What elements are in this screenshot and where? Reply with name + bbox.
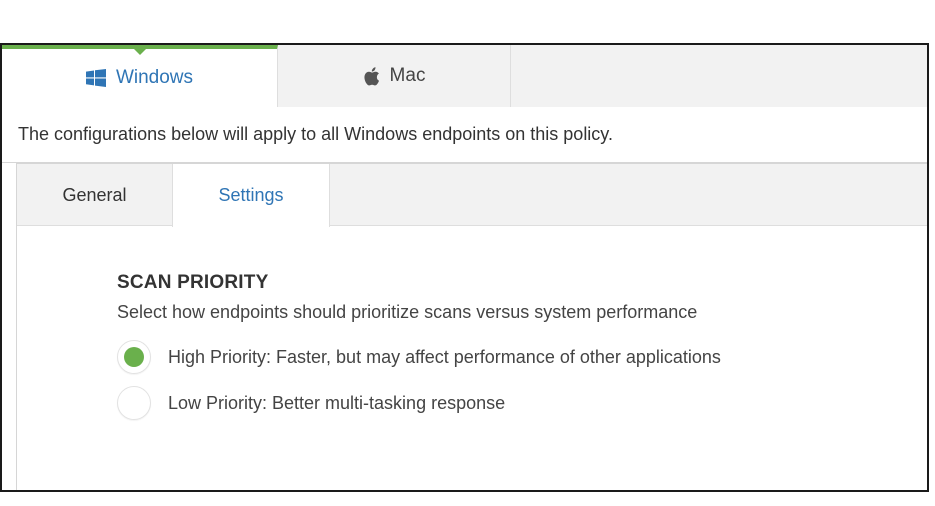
radio-button-selected[interactable] (117, 340, 151, 374)
sub-tabs: General Settings (17, 164, 927, 227)
radio-option-low-priority[interactable]: Low Priority: Better multi-tasking respo… (117, 386, 927, 420)
settings-panel: General Settings SCAN PRIORITY Select ho… (16, 163, 927, 490)
tab-mac[interactable]: Mac (278, 45, 511, 107)
tab-windows[interactable]: Windows (2, 45, 278, 107)
tab-mac-label: Mac (389, 65, 426, 86)
apple-logo-icon (363, 66, 380, 86)
policy-description: The configurations below will apply to a… (2, 107, 927, 163)
tab-settings[interactable]: Settings (172, 164, 330, 227)
section-subtitle: Select how endpoints should prioritize s… (117, 302, 698, 322)
radio-button-unselected[interactable] (117, 386, 151, 420)
radio-option-high-priority[interactable]: High Priority: Faster, but may affect pe… (117, 340, 927, 374)
policy-settings-frame: Windows Mac The configurations below wil… (0, 43, 929, 492)
radio-label-high-priority: High Priority: Faster, but may affect pe… (168, 346, 721, 367)
windows-logo-icon (85, 69, 106, 87)
tab-general[interactable]: General (17, 164, 172, 226)
scan-priority-section: SCAN PRIORITY Select how endpoints shoul… (117, 272, 927, 420)
radio-selected-dot (124, 347, 144, 367)
radio-label-low-priority: Low Priority: Better multi-tasking respo… (168, 392, 506, 413)
tab-windows-label: Windows (115, 67, 194, 88)
section-title: SCAN PRIORITY (117, 272, 269, 293)
active-tab-caret (132, 48, 147, 55)
os-tabs: Windows Mac (2, 45, 927, 107)
